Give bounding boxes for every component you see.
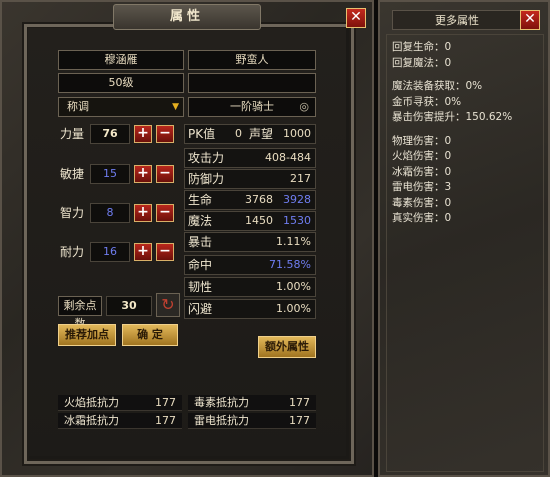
list-item: 火焰伤害：0 <box>392 150 452 162</box>
agility-label: 敏捷 <box>60 167 85 181</box>
dodge-row: 闪避 1.00% <box>184 299 316 319</box>
list-item: 毒素伤害：0 <box>392 196 452 209</box>
rank-label: 一阶骑士 <box>230 100 274 113</box>
plus-icon[interactable]: + <box>134 243 152 261</box>
list-item: 冰霜伤害：0 <box>392 165 452 178</box>
strength-label: 力量 <box>60 127 85 141</box>
defense-label: 防御力 <box>188 172 225 186</box>
hit-label: 命中 <box>188 258 213 272</box>
title-select[interactable]: 称调 ▼ <box>58 97 184 117</box>
thunder-resist-label: 雷电抵抗力 <box>194 414 249 427</box>
defense-value: 217 <box>290 172 311 185</box>
attack-label: 攻击力 <box>188 151 225 165</box>
dodge-label: 闪避 <box>188 302 213 316</box>
tough-row: 韧性 1.00% <box>184 277 316 297</box>
crit-row: 暴击 1.11% <box>184 232 316 252</box>
dropdown-arrow-icon: ▼ <box>172 102 179 112</box>
list-item: 雷电伤害：3 <box>392 181 452 193</box>
ice-resist-label: 冰霜抵抗力 <box>64 414 119 427</box>
pk-value: 0 <box>235 127 242 140</box>
thunder-resist-row: 雷电抵抗力 177 <box>188 413 316 429</box>
plus-icon[interactable]: + <box>134 165 152 183</box>
plus-icon[interactable]: + <box>134 125 152 143</box>
character-name: 穆涵雁 <box>58 50 184 70</box>
list-item: 回复魔法：0 <box>392 56 452 69</box>
tough-value: 1.00% <box>276 280 311 293</box>
list-item: 金币寻获：0% <box>392 95 462 108</box>
ice-resist-row: 冰霜抵抗力 177 <box>58 413 182 429</box>
mana-max: 1530 <box>283 214 311 227</box>
intellect-value: 8 <box>90 203 130 223</box>
pk-label: PK值 <box>188 127 216 141</box>
life-row: 生命 3768 3928 <box>184 190 316 210</box>
minus-icon[interactable]: − <box>156 243 174 261</box>
crit-label: 暴击 <box>188 235 213 249</box>
list-item: 物理伤害：0 <box>392 134 452 147</box>
confirm-button[interactable]: 确 定 <box>122 324 178 346</box>
recommend-points-button[interactable]: 推荐加点 <box>58 324 116 346</box>
hit-value: 71.58% <box>269 258 311 271</box>
character-class: 野蛮人 <box>188 50 316 70</box>
character-level: 50级 <box>58 73 184 93</box>
fame-value: 1000 <box>283 127 311 140</box>
life-max: 3928 <box>283 193 311 206</box>
hit-row: 命中 71.58% <box>184 255 316 275</box>
intellect-label: 智力 <box>60 206 85 220</box>
mana-row: 魔法 1450 1530 <box>184 211 316 231</box>
defense-row: 防御力 217 <box>184 169 316 189</box>
minus-icon[interactable]: − <box>156 204 174 222</box>
fire-resist-value: 177 <box>155 396 176 409</box>
minus-icon[interactable]: − <box>156 125 174 143</box>
life-value: 3768 <box>245 193 273 206</box>
remaining-points-label: 剩余点数 <box>58 296 102 330</box>
ice-resist-value: 177 <box>155 414 176 427</box>
plus-icon[interactable]: + <box>134 204 152 222</box>
poison-resist-value: 177 <box>289 396 310 409</box>
mana-label: 魔法 <box>188 214 213 228</box>
remaining-points-value: 30 <box>106 296 152 316</box>
stamina-label: 耐力 <box>60 245 85 259</box>
pk-fame-row: PK值 0 声望 1000 <box>184 124 316 144</box>
attack-value: 408-484 <box>265 151 311 164</box>
eye-icon[interactable]: ◎ <box>299 98 309 116</box>
fame-label: 声望 <box>249 127 274 141</box>
reset-swirl-icon[interactable]: ↻ <box>156 293 180 317</box>
thunder-resist-value: 177 <box>289 414 310 427</box>
close-icon[interactable]: ✕ <box>346 8 366 28</box>
stamina-value: 16 <box>90 242 130 262</box>
rank-field: 一阶骑士 ◎ <box>188 97 316 117</box>
title-label: 称调 <box>67 100 89 113</box>
extra-attributes-button[interactable]: 额外属性 <box>258 336 316 358</box>
list-item: 暴击伤害提升：150.62% <box>392 111 513 123</box>
life-label: 生命 <box>188 193 213 207</box>
fire-resist-row: 火焰抵抗力 177 <box>58 395 182 411</box>
poison-resist-label: 毒素抵抗力 <box>194 396 249 409</box>
fire-resist-label: 火焰抵抗力 <box>64 396 119 409</box>
agility-value: 15 <box>90 164 130 184</box>
list-item: 回复生命：0 <box>392 41 452 53</box>
more-attributes-panel: 更多属性 回复生命：0 回复魔法：0 魔法装备获取：0% 金币寻获：0% 暴击伤… <box>378 0 550 477</box>
close-icon[interactable]: ✕ <box>520 10 540 30</box>
list-item: 魔法装备获取：0% <box>392 80 483 92</box>
attack-row: 攻击力 408-484 <box>184 148 316 168</box>
strength-value: 76 <box>90 124 130 144</box>
mana-value: 1450 <box>245 214 273 227</box>
list-item: 真实伤害：0 <box>392 212 452 224</box>
more-attributes-title: 更多属性 <box>392 10 522 30</box>
extra-info-field <box>188 73 316 93</box>
tough-label: 韧性 <box>188 280 213 294</box>
window-title: 属性 <box>113 4 261 30</box>
more-attributes-list: 回复生命：0 回复魔法：0 魔法装备获取：0% 金币寻获：0% 暴击伤害提升：1… <box>392 40 542 227</box>
poison-resist-row: 毒素抵抗力 177 <box>188 395 316 411</box>
minus-icon[interactable]: − <box>156 165 174 183</box>
dodge-value: 1.00% <box>276 302 311 315</box>
crit-value: 1.11% <box>276 235 311 248</box>
